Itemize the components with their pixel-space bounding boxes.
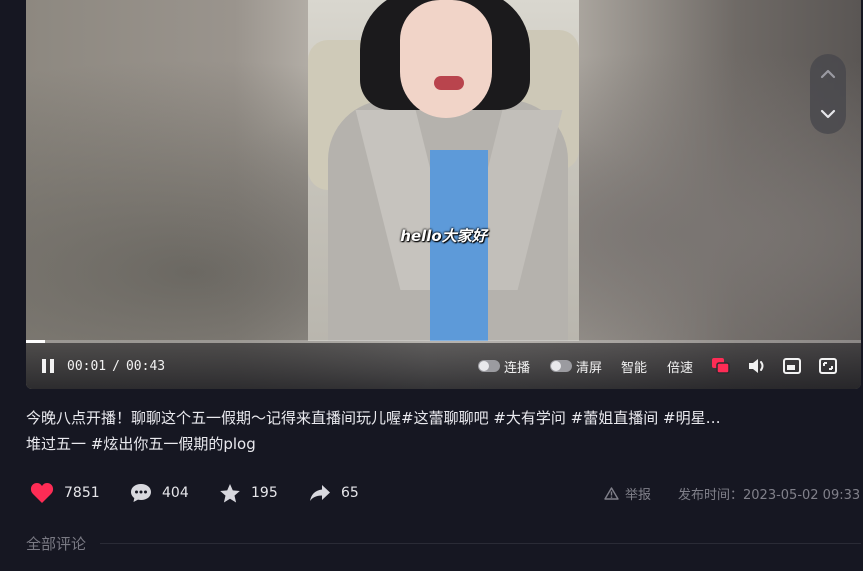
share-arrow-icon <box>310 485 330 501</box>
video-frame[interactable]: hello大家好 <box>308 0 579 341</box>
smart-label: 智能 <box>621 360 648 376</box>
picture-in-picture-button[interactable] <box>783 343 801 389</box>
fullscreen-button[interactable] <box>819 343 837 389</box>
person-face <box>400 0 492 118</box>
smart-button[interactable]: 智能 <box>621 343 647 389</box>
comment-count: 404 <box>162 485 189 501</box>
picture-in-picture-icon <box>783 358 801 374</box>
previous-video-button[interactable] <box>810 54 846 94</box>
like-button[interactable]: 7851 <box>30 480 100 506</box>
video-switch-control <box>810 54 846 134</box>
share-button[interactable]: 65 <box>309 480 359 506</box>
autoplay-switch[interactable] <box>478 360 500 372</box>
like-count: 7851 <box>64 485 100 501</box>
pause-icon <box>42 359 54 373</box>
comments-divider <box>100 543 861 544</box>
video-subtitle: hello大家好 <box>400 227 487 245</box>
next-video-button[interactable] <box>810 94 846 134</box>
danmaku-button[interactable] <box>711 343 731 389</box>
star-icon <box>220 483 240 502</box>
description-line-1: 今晚八点开播！聊聊这个五一假期～记得来直播间玩儿喔#这蕾聊聊吧 #大有学问 #蕾… <box>26 409 721 427</box>
player-control-bar: 00:01 / 00:43 连播 清屏 智能 倍速 <box>26 343 861 389</box>
danmaku-icon <box>712 358 730 374</box>
person-lips <box>434 76 464 90</box>
autoplay-toggle[interactable]: 连播 <box>478 343 530 389</box>
playback-time: 00:01 / 00:43 <box>67 343 165 389</box>
clear-screen-label: 清屏 <box>576 360 603 376</box>
chevron-up-icon <box>820 69 836 79</box>
pause-button[interactable] <box>40 343 56 389</box>
playback-speed-button[interactable]: 倍速 <box>667 343 693 389</box>
video-description: 今晚八点开播！聊聊这个五一假期～记得来直播间玩儿喔#这蕾聊聊吧 #大有学问 #蕾… <box>26 405 861 457</box>
favorite-count: 195 <box>251 485 278 501</box>
publish-time: 发布时间：2023-05-02 09:33 <box>678 487 861 503</box>
chevron-down-icon <box>820 109 836 119</box>
favorite-button[interactable]: 195 <box>219 480 278 506</box>
clear-screen-switch[interactable] <box>550 360 572 372</box>
heart-icon <box>30 483 54 503</box>
duration: 00:43 <box>125 358 166 374</box>
comments-section-title: 全部评论 <box>26 535 87 553</box>
report-button[interactable]: 举报 <box>604 480 651 506</box>
comment-icon <box>131 484 151 502</box>
report-label: 举报 <box>625 487 652 503</box>
time-separator: / <box>112 358 120 374</box>
current-time: 00:01 <box>67 358 107 374</box>
warning-triangle-icon <box>604 486 619 500</box>
clear-screen-toggle[interactable]: 清屏 <box>550 343 602 389</box>
volume-icon <box>749 359 764 373</box>
volume-button[interactable] <box>747 343 767 389</box>
comment-button[interactable]: 404 <box>130 480 189 506</box>
video-player[interactable]: hello大家好 00:01 / 00:43 连播 清屏 智能 倍速 <box>26 0 861 389</box>
engagement-stats: 7851 404 195 65 举报 发布时间：2023-05-02 09:33 <box>26 480 861 506</box>
share-count: 65 <box>341 485 359 501</box>
autoplay-label: 连播 <box>504 360 531 376</box>
speed-label: 倍速 <box>667 360 694 376</box>
description-line-2: 堆过五一 #炫出你五一假期的plog <box>26 435 256 453</box>
fullscreen-icon <box>819 358 837 374</box>
